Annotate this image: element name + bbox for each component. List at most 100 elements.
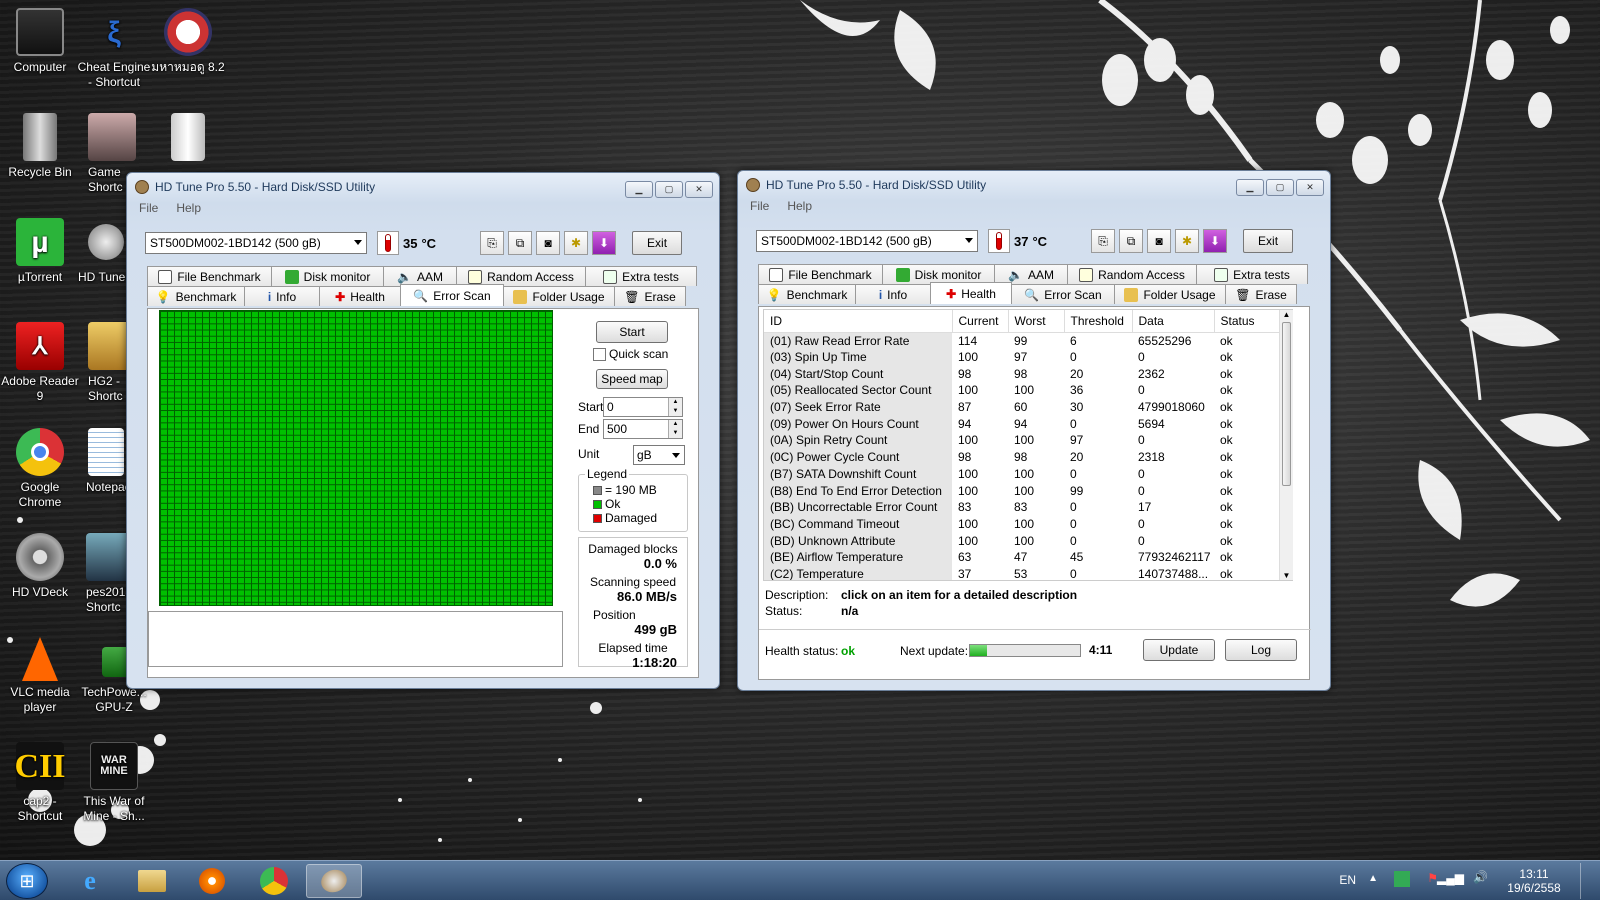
tab-benchmark[interactable]: 💡 Benchmark (147, 286, 245, 306)
gpu-monitor-tray-icon[interactable] (1394, 871, 1410, 887)
tab-error-scan[interactable]: 🔍 Error Scan (400, 284, 504, 306)
hdtune-window-health[interactable]: HD Tune Pro 5.50 - Hard Disk/SSD Utility… (737, 170, 1331, 691)
desktop-icon-notepad[interactable]: Notepac (74, 428, 134, 495)
scroll-down-arrow-icon[interactable]: ▼ (1280, 571, 1293, 580)
tab-random-access[interactable]: Random Access (1067, 264, 1197, 284)
spin-buttons[interactable]: ▲ ▼ (668, 420, 682, 438)
start-button[interactable]: Start (596, 321, 668, 343)
desktop-icon-game-shortcut[interactable]: Game Shortc (74, 113, 136, 195)
tab-disk-monitor[interactable]: Disk monitor (271, 266, 384, 286)
table-row[interactable]: (BD) Unknown Attribute 100 100 0 0 ok (764, 532, 1292, 549)
desktop-icon-utorrent[interactable]: µ µTorrent (0, 218, 80, 285)
tab-error-scan[interactable]: 🔍 Error Scan (1011, 284, 1115, 304)
spin-buttons[interactable]: ▲ ▼ (668, 398, 682, 416)
table-row[interactable]: (BC) Command Timeout 100 100 0 0 ok (764, 515, 1292, 533)
desktop-icon-vlc[interactable]: VLC media player (0, 637, 80, 715)
column-header-threshold[interactable]: Threshold (1064, 310, 1133, 333)
tab-aam[interactable]: 🔈 AAM (383, 266, 457, 286)
desktop-icon-pes2013[interactable]: pes2013 Shortc (74, 533, 134, 615)
table-row[interactable]: (BE) Airflow Temperature 63 47 45 7793246211… (764, 548, 1292, 566)
desktop-icon-adobe-reader[interactable]: ⅄ Adobe Reader 9 (0, 322, 80, 404)
tab-health[interactable]: ✚ Health (930, 282, 1012, 304)
clock[interactable]: 13:11 19/6/2558 (1502, 867, 1566, 895)
start-input[interactable]: 0 ▲ ▼ (603, 397, 683, 417)
taskbar-hd-tune[interactable] (306, 864, 362, 898)
taskbar-chrome[interactable] (246, 864, 302, 898)
menu-file[interactable]: File (750, 199, 769, 217)
save-button[interactable]: ⬇ (1203, 229, 1228, 253)
table-row[interactable]: (C2) Temperature 37 53 0 140737488... ok (764, 565, 1292, 580)
scrollbar-thumb[interactable] (1282, 322, 1291, 486)
table-row[interactable]: (07) Seek Error Rate 87 60 30 4799018060 ok (764, 398, 1292, 416)
show-desktop-button[interactable] (1580, 863, 1594, 899)
copy-info-button[interactable]: ⎘ (480, 231, 505, 255)
table-row[interactable]: (04) Start/Stop Count 98 98 20 2362 ok (764, 365, 1292, 383)
smart-attributes-list[interactable]: ID Current Worst Threshold Data Status (… (763, 309, 1293, 581)
desktop-icon-folder[interactable] (148, 113, 228, 173)
menu-help[interactable]: Help (787, 199, 812, 217)
unit-select[interactable]: gB (633, 445, 685, 465)
desktop-icon-fortune[interactable]: มหาหมอดู 8.2 (148, 8, 228, 75)
copy-all-button[interactable]: ⧉ (508, 231, 533, 255)
table-row[interactable]: (0A) Spin Retry Count 100 100 97 0 ok (764, 432, 1292, 449)
quick-scan-checkbox[interactable]: Quick scan (593, 347, 668, 362)
tab-file-benchmark[interactable]: File Benchmark (147, 266, 272, 286)
options-button[interactable]: ✱ (564, 231, 589, 255)
menu-file[interactable]: File (139, 201, 158, 219)
language-indicator[interactable]: EN (1339, 873, 1356, 887)
table-row[interactable]: (0C) Power Cycle Count 98 98 20 2318 ok (764, 448, 1292, 466)
end-input[interactable]: 500 ▲ ▼ (603, 419, 683, 439)
tab-extra-tests[interactable]: Extra tests (1196, 264, 1308, 284)
scroll-up-arrow-icon[interactable]: ▲ (1280, 310, 1293, 319)
tab-erase[interactable]: 🗑 Erase (1225, 284, 1297, 304)
speed-map-button[interactable]: Speed map (596, 369, 668, 389)
column-header-worst[interactable]: Worst (1008, 310, 1065, 333)
screenshot-button[interactable]: ◙ (1147, 229, 1172, 253)
volume-icon[interactable]: 🔊 (1473, 870, 1488, 884)
desktop-icon-google-chrome[interactable]: Google Chrome (0, 428, 80, 510)
log-button[interactable]: Log (1225, 639, 1297, 661)
screenshot-button[interactable]: ◙ (536, 231, 561, 255)
tab-health[interactable]: ✚ Health (319, 286, 401, 306)
table-row[interactable]: (09) Power On Hours Count 94 94 0 5694 ok (764, 415, 1292, 433)
tab-file-benchmark[interactable]: File Benchmark (758, 264, 883, 284)
taskbar-media-player[interactable] (184, 864, 240, 898)
table-row[interactable]: (03) Spin Up Time 100 97 0 0 ok (764, 348, 1292, 366)
column-header-data[interactable]: Data (1132, 310, 1215, 333)
copy-info-button[interactable]: ⎘ (1091, 229, 1116, 253)
menu-help[interactable]: Help (176, 201, 201, 219)
desktop-icon-recycle-bin[interactable]: Recycle Bin (0, 113, 80, 180)
network-icon[interactable]: ▂▄▆ (1437, 871, 1464, 885)
desktop-icon-hd-tune[interactable]: HD Tune (74, 218, 134, 285)
desktop-icon-cap2[interactable]: CII cap2 - Shortcut (0, 742, 80, 824)
minimize-button[interactable]: ▁ (1236, 179, 1264, 196)
tab-aam[interactable]: 🔈 AAM (994, 264, 1068, 284)
maximize-button[interactable]: ▢ (1266, 179, 1294, 196)
drive-select[interactable]: ST500DM002-1BD142 (500 gB) (145, 232, 367, 254)
taskbar-explorer[interactable] (124, 864, 180, 898)
table-row[interactable]: (B8) End To End Error Detection 100 100 99 0… (764, 482, 1292, 499)
show-hidden-icons-icon[interactable]: ▲ (1368, 873, 1378, 884)
table-row[interactable]: (BB) Uncorrectable Error Count 83 83 0 17 ok (764, 498, 1292, 516)
table-row[interactable]: (05) Reallocated Sector Count 100 100 36 0 ok (764, 382, 1292, 399)
desktop-icon-cheat-engine[interactable]: ξ Cheat Engine - Shortcut (74, 8, 154, 90)
tab-folder-usage[interactable]: Folder Usage (503, 286, 615, 306)
exit-button[interactable]: Exit (1243, 229, 1294, 253)
table-row[interactable]: (01) Raw Read Error Rate 114 99 6 65525296 ok (764, 332, 1292, 349)
hdtune-window-error-scan[interactable]: HD Tune Pro 5.50 - Hard Disk/SSD Utility… (126, 172, 720, 689)
tab-info[interactable]: i Info (855, 284, 931, 304)
tab-folder-usage[interactable]: Folder Usage (1114, 284, 1226, 304)
desktop-icon-computer[interactable]: Computer (0, 8, 80, 75)
column-header-id[interactable]: ID (764, 310, 953, 333)
tab-benchmark[interactable]: 💡 Benchmark (758, 284, 856, 304)
tab-random-access[interactable]: Random Access (456, 266, 586, 286)
desktop-icon-hg2[interactable]: HG2 -Shortc (74, 322, 136, 404)
taskbar-internet-explorer[interactable]: e (62, 864, 118, 898)
tab-erase[interactable]: 🗑 Erase (614, 286, 686, 306)
close-button[interactable]: ✕ (685, 181, 713, 198)
update-button[interactable]: Update (1143, 639, 1215, 661)
copy-all-button[interactable]: ⧉ (1119, 229, 1144, 253)
table-row[interactable]: (B7) SATA Downshift Count 100 100 0 0 ok (764, 465, 1292, 483)
minimize-button[interactable]: ▁ (625, 181, 653, 198)
tab-disk-monitor[interactable]: Disk monitor (882, 264, 995, 284)
